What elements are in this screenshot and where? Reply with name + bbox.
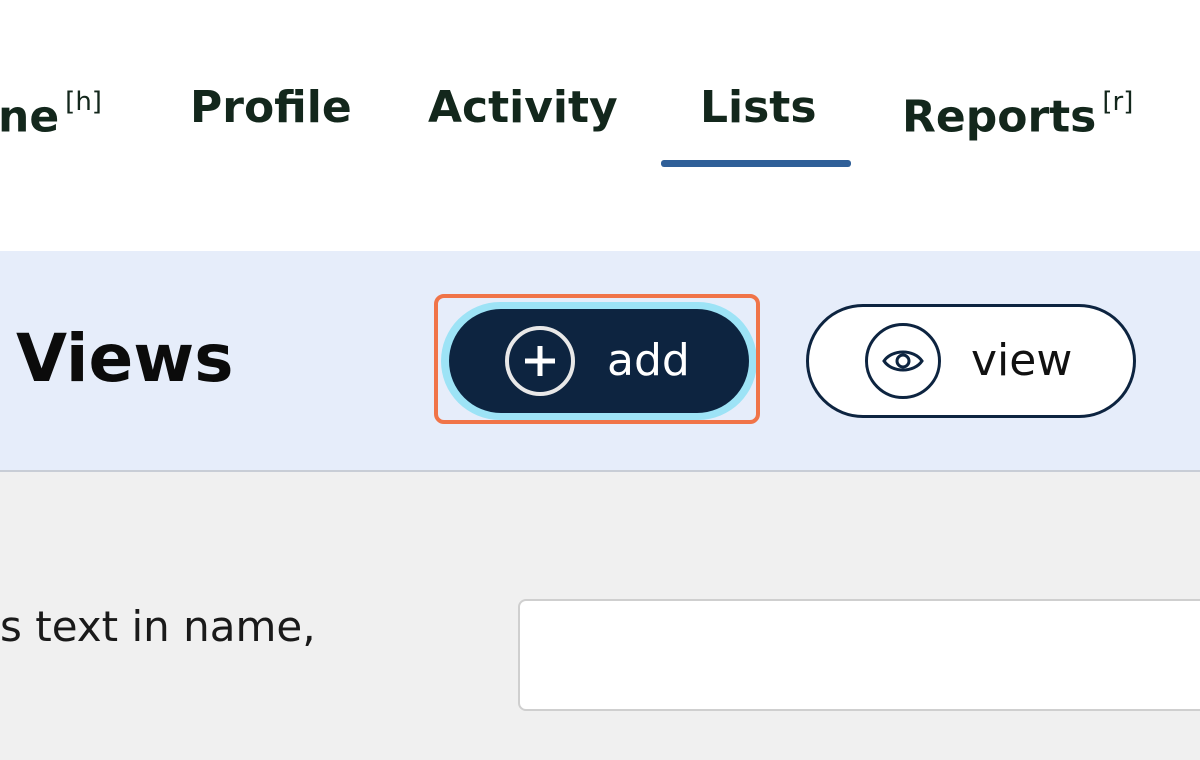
tab-profile-label: Profile (190, 82, 352, 133)
add-button-highlight (434, 294, 760, 424)
tab-activity[interactable]: Activity (428, 78, 618, 138)
filter-label: s text in name, (0, 602, 316, 651)
filter-input[interactable] (518, 599, 1200, 711)
eye-icon (865, 323, 941, 399)
top-navigation: ne [h] Profile Activity Lists Reports [r] (0, 0, 1200, 251)
active-tab-indicator (661, 160, 851, 167)
page-header: Views add view (0, 251, 1200, 472)
view-button[interactable]: view (806, 304, 1136, 418)
tab-reports-accesskey: [r] (1102, 87, 1134, 117)
view-button-label: view (971, 335, 1073, 386)
tab-home-label: ne (0, 91, 60, 143)
tab-reports[interactable]: Reports [r] (902, 78, 1133, 148)
tab-home[interactable]: ne [h] (0, 78, 102, 148)
tab-lists[interactable]: Lists (700, 78, 817, 138)
page-title: Views (16, 320, 234, 397)
tab-profile[interactable]: Profile (190, 78, 352, 138)
tab-lists-label: Lists (700, 82, 817, 133)
tab-reports-label: Reports (902, 91, 1097, 143)
tab-activity-label: Activity (428, 82, 618, 133)
tab-home-accesskey: [h] (65, 87, 102, 117)
